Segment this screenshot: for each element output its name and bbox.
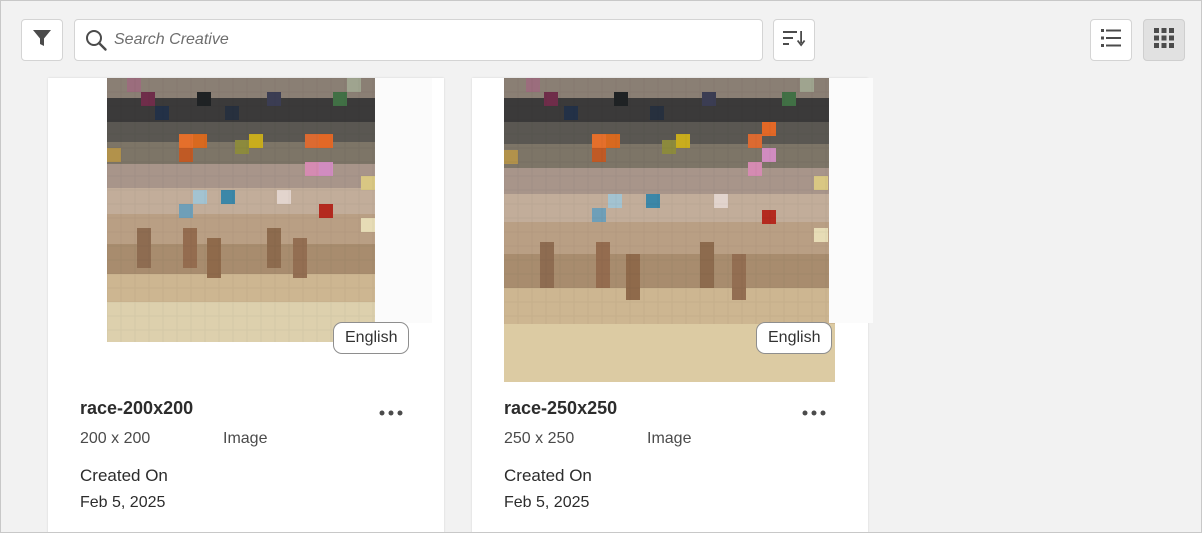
created-on-date: Feb 5, 2025	[80, 494, 166, 511]
creative-title[interactable]: race-250x250	[504, 398, 617, 419]
more-options-icon	[379, 403, 403, 421]
creative-card[interactable]: English race-200x200 200 x 200 Image Cre…	[48, 78, 444, 532]
sort-button[interactable]	[773, 19, 815, 61]
created-on-date: Feb 5, 2025	[504, 494, 590, 511]
thumbnail-side-strip	[829, 78, 873, 323]
search-field[interactable]	[74, 19, 763, 61]
creative-title[interactable]: race-200x200	[80, 398, 193, 419]
creative-thumbnail[interactable]	[107, 78, 375, 342]
creative-type: Image	[223, 430, 268, 447]
creative-card[interactable]: English race-250x250 250 x 250 Image Cre…	[472, 78, 873, 532]
more-options-button[interactable]	[376, 404, 406, 420]
language-badge: English	[756, 322, 833, 354]
thumbnail-side-strip	[375, 78, 432, 323]
more-options-button[interactable]	[799, 404, 829, 420]
creative-library: English race-200x200 200 x 200 Image Cre…	[0, 0, 1202, 533]
list-view-button[interactable]	[1090, 19, 1132, 61]
created-on-label: Created On	[80, 466, 168, 485]
language-badge: English	[333, 322, 410, 354]
grid-view-button[interactable]	[1143, 19, 1185, 61]
search-icon	[84, 28, 108, 52]
creative-dimensions: 250 x 250	[504, 430, 575, 447]
filter-button[interactable]	[21, 19, 63, 61]
creative-type: Image	[647, 430, 692, 447]
more-options-icon	[802, 403, 826, 421]
filter-icon	[31, 27, 53, 54]
sort-icon	[782, 28, 806, 53]
grid-view-icon	[1153, 27, 1175, 54]
search-input[interactable]	[114, 31, 734, 49]
creative-dimensions: 200 x 200	[80, 430, 151, 447]
list-view-icon	[1100, 27, 1122, 54]
created-on-label: Created On	[504, 466, 592, 485]
